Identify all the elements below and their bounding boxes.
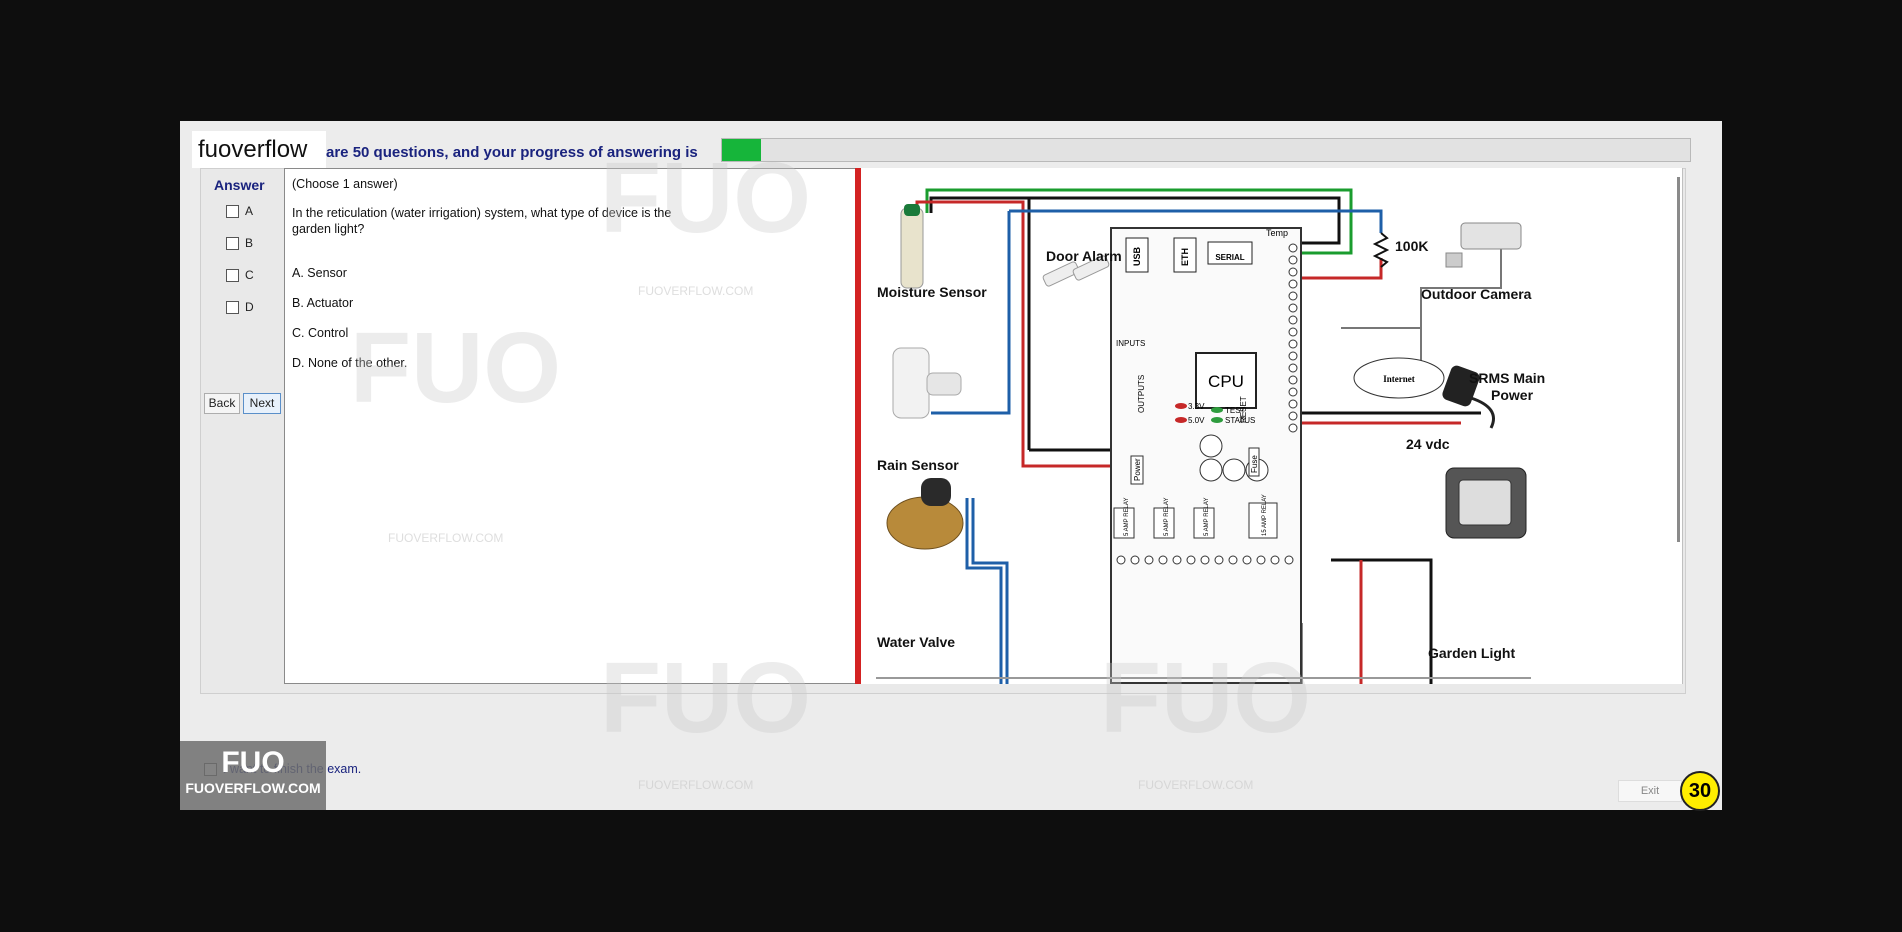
- question-text-line1: In the reticulation (water irrigation) s…: [292, 206, 672, 220]
- internet-label: Internet: [1383, 374, 1415, 384]
- choice-d: D. None of the other.: [292, 356, 408, 370]
- rain-sensor-icon: [892, 347, 962, 419]
- outdoor-camera-icon: [1445, 222, 1522, 268]
- watermark-tile: FUO FUOVERFLOW.COM: [180, 741, 326, 810]
- diagram-scrollbar[interactable]: [1677, 177, 1680, 542]
- door-alarm-label: Door Alarm: [1046, 248, 1122, 264]
- question-text-line2: garden light?: [292, 222, 365, 236]
- water-valve-icon: [886, 478, 964, 550]
- srms-label-line2: Power: [1491, 387, 1534, 403]
- test-label: TEST: [1225, 406, 1246, 415]
- option-d[interactable]: D: [226, 300, 254, 314]
- watermark-text: FUOVERFLOW.COM: [1138, 778, 1254, 792]
- relay4-label: 15 AMP RELAY: [1262, 494, 1268, 536]
- outputs-label: OUTPUTS: [1137, 375, 1146, 413]
- brand-logo: fuoverflow: [192, 131, 326, 168]
- choice-a: A. Sensor: [292, 266, 347, 280]
- wiring-diagram: CPU USB ETH SERIAL Temp INPUTS OUTPUTS R…: [861, 168, 1683, 684]
- progress-fill: [722, 139, 761, 161]
- choice-c: C. Control: [292, 326, 349, 340]
- checkbox-d[interactable]: [226, 300, 239, 314]
- power-label: Power: [1133, 458, 1142, 481]
- relay2-label: 5 AMP RELAY: [1164, 498, 1170, 536]
- answer-title: Answer: [214, 177, 265, 193]
- inputs-label: INPUTS: [1116, 339, 1145, 348]
- timer-badge: 30: [1680, 771, 1720, 811]
- checkbox-c[interactable]: [226, 268, 239, 282]
- usb-label: USB: [1132, 246, 1142, 266]
- vdc-label: 24 vdc: [1406, 436, 1450, 452]
- moisture-sensor-icon: [900, 204, 924, 289]
- temp-label: Temp: [1266, 228, 1288, 238]
- relay1-label: 5 AMP RELAY: [1124, 498, 1130, 536]
- choice-b: B. Actuator: [292, 296, 354, 310]
- water-valve-label: Water Valve: [877, 634, 956, 650]
- watermark-text: FUOVERFLOW.COM: [638, 778, 754, 792]
- back-button[interactable]: Back: [204, 393, 240, 414]
- question-box: (Choose 1 answer) In the reticulation (w…: [284, 168, 860, 684]
- eth-label: ETH: [1180, 248, 1190, 266]
- outdoor-camera-label: Outdoor Camera: [1421, 286, 1532, 302]
- status-label: STATUS: [1225, 416, 1255, 425]
- serial-label: SERIAL: [1215, 253, 1244, 262]
- v33-label: 3.3V: [1188, 402, 1205, 411]
- exit-button[interactable]: Exit: [1618, 780, 1682, 802]
- question-instruction: (Choose 1 answer): [292, 177, 398, 191]
- garden-light-label: Garden Light: [1428, 645, 1516, 661]
- option-c[interactable]: C: [226, 268, 254, 282]
- resistor-label: 100K: [1395, 238, 1429, 254]
- progress-bar: [721, 138, 1691, 162]
- fuse-label: Fuse: [1250, 455, 1259, 473]
- v50-label: 5.0V: [1188, 416, 1205, 425]
- srms-label-line1: SRMS Main: [1469, 370, 1546, 386]
- cpu-label: CPU: [1208, 372, 1244, 391]
- checkbox-b[interactable]: [226, 236, 239, 250]
- garden-light-icon: [1445, 467, 1527, 539]
- relay3-label: 5 AMP RELAY: [1204, 498, 1210, 536]
- rain-sensor-label: Rain Sensor: [877, 457, 959, 473]
- wiring-diagram-svg: CPU USB ETH SERIAL Temp INPUTS OUTPUTS R…: [876, 188, 1531, 684]
- moisture-sensor-label: Moisture Sensor: [877, 284, 987, 300]
- exam-window: fuoverflow are 50 questions, and your pr…: [180, 121, 1722, 811]
- option-a[interactable]: A: [226, 204, 253, 218]
- next-button[interactable]: Next: [243, 393, 281, 414]
- option-b[interactable]: B: [226, 236, 253, 250]
- progress-label: are 50 questions, and your progress of a…: [326, 144, 698, 161]
- checkbox-a[interactable]: [226, 204, 239, 218]
